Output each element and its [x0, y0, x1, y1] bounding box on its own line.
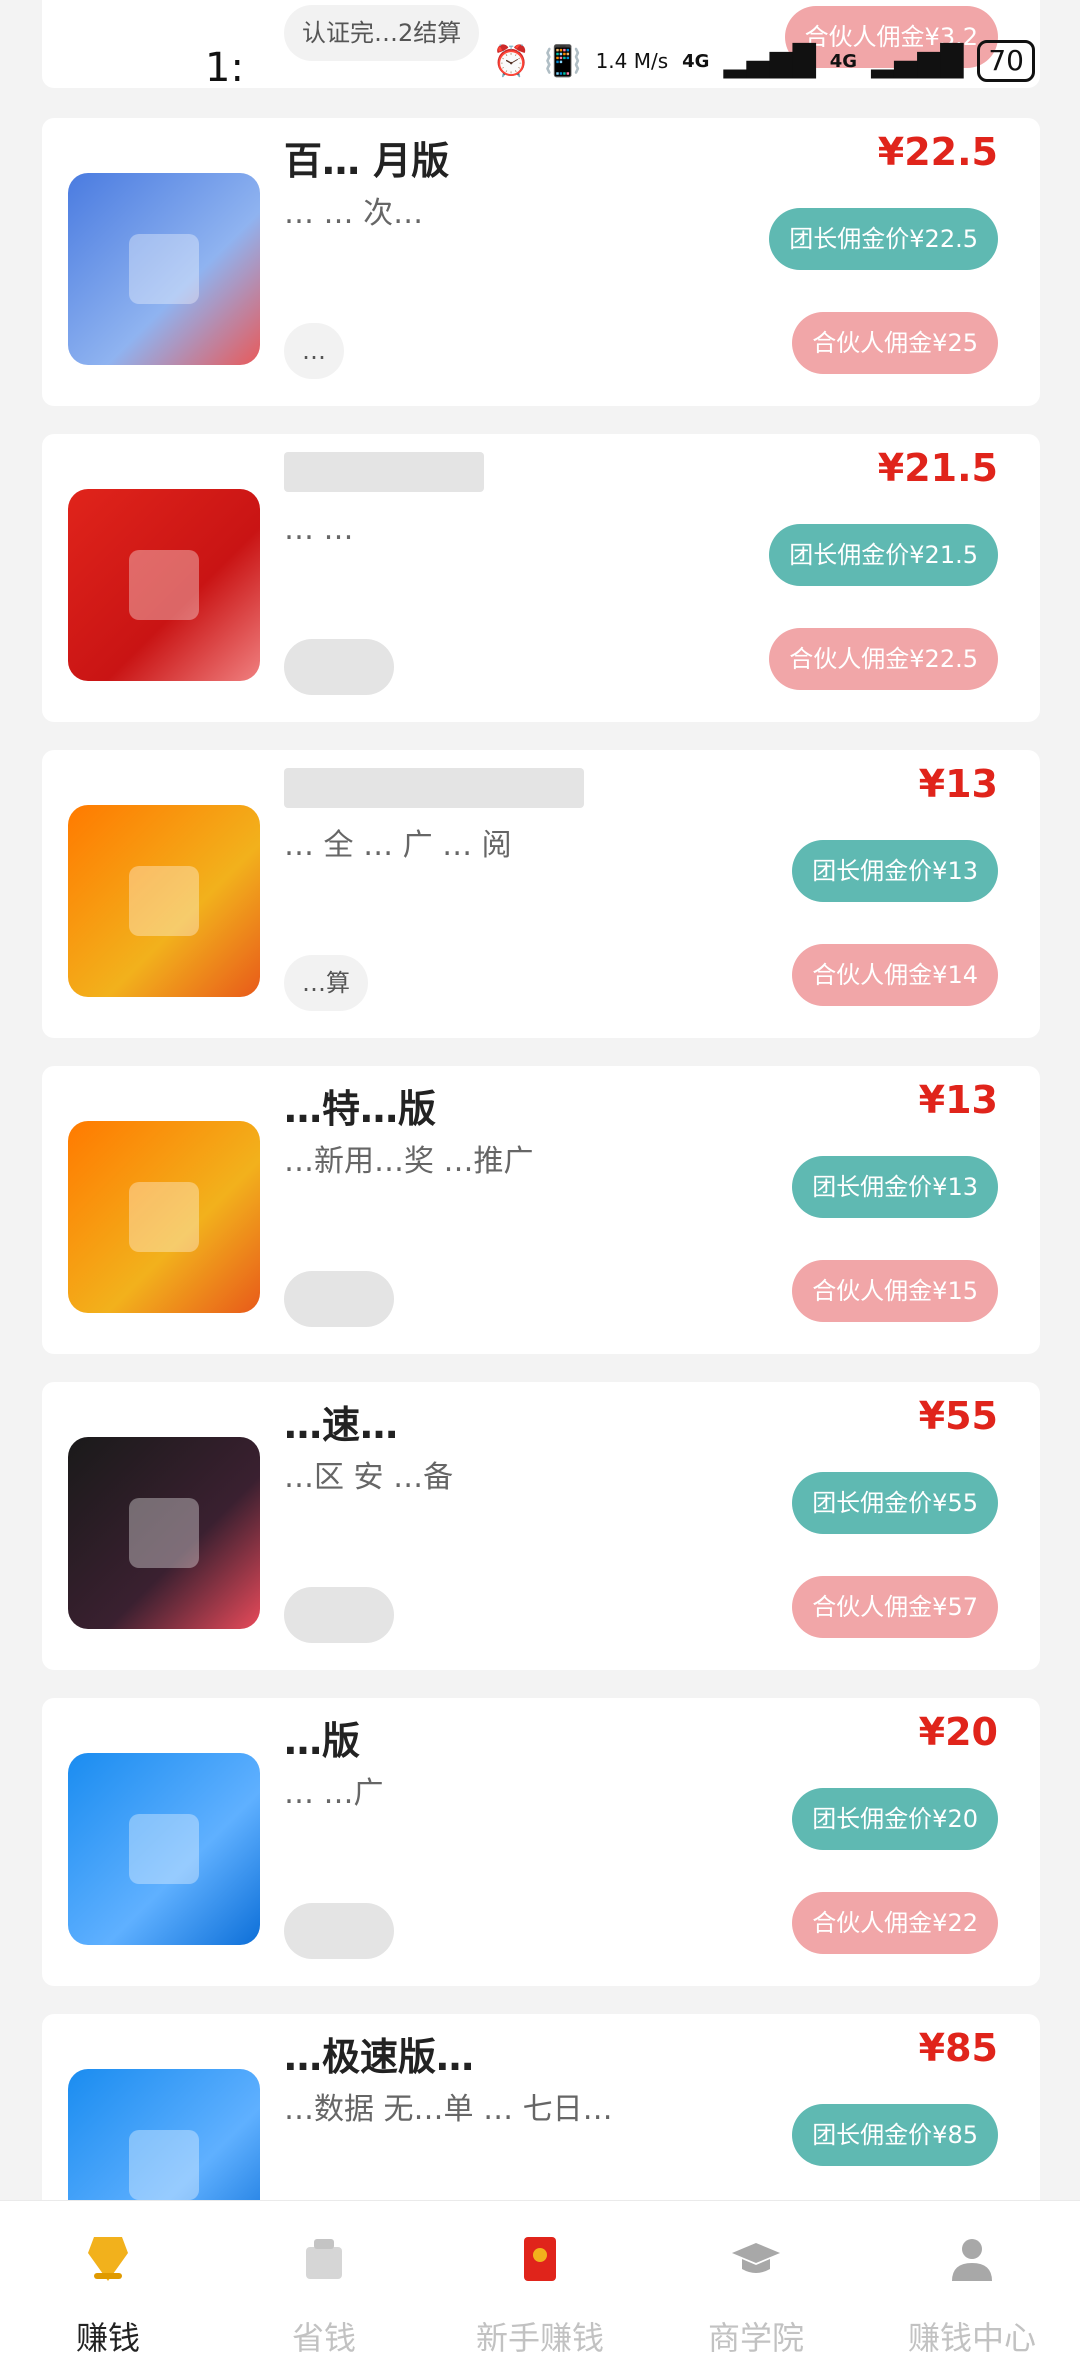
product-price: ¥21.5 — [877, 446, 998, 490]
product-card[interactable]: 百… 月版 … … 次… … ¥22.5 团长佣金价¥22.5 合伙人佣金¥25 — [42, 118, 1040, 406]
user-icon — [944, 2231, 1000, 2287]
product-card-partial[interactable]: 认证完…2结算 合伙人佣金¥3.2 — [42, 0, 1040, 88]
product-thumbnail — [68, 1437, 260, 1629]
leader-commission-button[interactable]: 团长佣金价¥22.5 — [769, 208, 998, 270]
product-tag: …算 — [284, 955, 368, 1011]
blurred-tag — [284, 1587, 394, 1643]
product-card[interactable]: … … ¥21.5 团长佣金价¥21.5 合伙人佣金¥22.5 — [42, 434, 1040, 722]
save-icon — [296, 2231, 352, 2287]
leader-commission-button[interactable]: 团长佣金价¥13 — [792, 1156, 998, 1218]
partner-commission-button[interactable]: 合伙人佣金¥22.5 — [769, 628, 998, 690]
product-price: ¥55 — [918, 1394, 998, 1438]
product-description: … …广 — [284, 1776, 384, 1811]
partner-commission-button[interactable]: 合伙人佣金¥15 — [792, 1260, 998, 1322]
product-tag: … — [284, 323, 344, 379]
product-title[interactable]: …极速版… — [284, 2026, 664, 2081]
product-title[interactable]: …特…版 — [284, 1078, 664, 1133]
product-description: … 全 … 广 … 阅 — [284, 828, 512, 863]
partner-commission-button[interactable]: 合伙人佣金¥57 — [792, 1576, 998, 1638]
nav-business-school[interactable]: 商学院 — [648, 2201, 864, 2377]
red-envelope-icon — [512, 2231, 568, 2287]
product-price: ¥13 — [918, 762, 998, 806]
partner-commission-button[interactable]: 合伙人佣金¥22 — [792, 1892, 998, 1954]
nav-label: 赚钱中心 — [907, 2319, 1036, 2357]
blurred-tag — [284, 639, 394, 695]
leader-commission-button[interactable]: 团长佣金价¥21.5 — [769, 524, 998, 586]
product-description: …新用…奖 …推广 — [284, 1144, 534, 1179]
partner-commission-button[interactable]: 合伙人佣金¥25 — [792, 312, 998, 374]
nav-earn-center[interactable]: 赚钱中心 — [864, 2201, 1080, 2377]
product-price: ¥20 — [918, 1710, 998, 1754]
nav-label: 赚钱 — [75, 2319, 140, 2357]
graduation-cap-icon — [728, 2231, 784, 2287]
blurred-tag — [284, 1903, 394, 1959]
product-description: …区 安 …备 — [284, 1460, 454, 1495]
product-description: …数据 无…单 … 七日… — [284, 2092, 613, 2127]
product-title[interactable]: 百… 月版 — [284, 130, 664, 185]
settlement-tag: 认证完…2结算 — [284, 5, 480, 61]
product-feed[interactable]: 认证完…2结算 合伙人佣金¥3.2 百… 月版 … … 次… … ¥22.5 团… — [0, 0, 1080, 2200]
product-card[interactable]: …版 … …广 ¥20 团长佣金价¥20 合伙人佣金¥22 — [42, 1698, 1040, 1986]
nav-label: 新手赚钱 — [475, 2319, 604, 2357]
blurred-title — [284, 768, 584, 808]
product-thumbnail — [68, 1121, 260, 1313]
leader-commission-button[interactable]: 团长佣金价¥20 — [792, 1788, 998, 1850]
partner-commission-button[interactable]: 合伙人佣金¥14 — [792, 944, 998, 1006]
product-card[interactable]: … 全 … 广 … 阅 …算 ¥13 团长佣金价¥13 合伙人佣金¥14 — [42, 750, 1040, 1038]
product-thumbnail — [68, 2069, 260, 2200]
nav-save[interactable]: 省钱 — [216, 2201, 432, 2377]
partner-commission-button[interactable]: 合伙人佣金¥3.2 — [784, 6, 998, 68]
product-price: ¥85 — [918, 2026, 998, 2070]
leader-commission-button[interactable]: 团长佣金价¥55 — [792, 1472, 998, 1534]
nav-label: 商学院 — [707, 2319, 804, 2357]
product-title[interactable]: …速… — [284, 1394, 664, 1449]
product-thumbnail — [68, 489, 260, 681]
product-card[interactable]: …极速版… …数据 无…单 … 七日… ¥85 团长佣金价¥85 — [42, 2014, 1040, 2200]
nav-label: 省钱 — [291, 2319, 356, 2357]
product-price: ¥13 — [918, 1078, 998, 1122]
leader-commission-button[interactable]: 团长佣金价¥13 — [792, 840, 998, 902]
product-description: … … — [284, 512, 354, 547]
product-description: … … 次… — [284, 196, 424, 231]
bottom-nav: 赚钱 省钱 新手赚钱 商学院 赚钱中心 — [0, 2200, 1080, 2377]
product-thumbnail — [68, 805, 260, 997]
product-thumbnail — [68, 173, 260, 365]
blurred-title — [284, 452, 484, 492]
product-card[interactable]: …特…版 …新用…奖 …推广 ¥13 团长佣金价¥13 合伙人佣金¥15 — [42, 1066, 1040, 1354]
nav-earn[interactable]: 赚钱 — [0, 2201, 216, 2377]
product-thumbnail — [68, 1753, 260, 1945]
product-title[interactable]: …版 — [284, 1710, 664, 1765]
leader-commission-button[interactable]: 团长佣金价¥85 — [792, 2104, 998, 2166]
earn-icon — [80, 2231, 136, 2287]
blurred-tag — [284, 1271, 394, 1327]
nav-newbie-earn[interactable]: 新手赚钱 — [432, 2201, 648, 2377]
product-price: ¥22.5 — [877, 130, 998, 174]
product-card[interactable]: …速… …区 安 …备 ¥55 团长佣金价¥55 合伙人佣金¥57 — [42, 1382, 1040, 1670]
